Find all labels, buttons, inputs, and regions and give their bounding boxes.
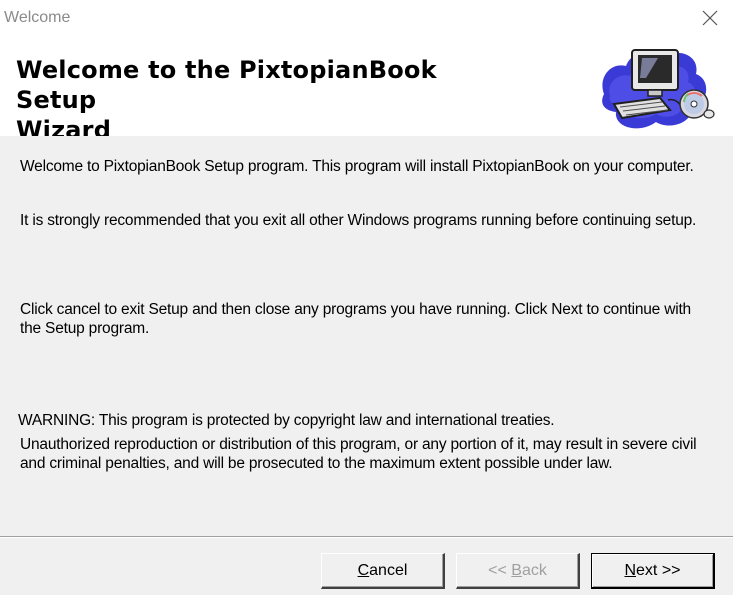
intro-text: Welcome to PixtopianBook Setup program. … [20, 158, 694, 175]
page-title-line1: Welcome to the PixtopianBook Setup [16, 56, 437, 114]
warning-text: WARNING: This program is protected by co… [18, 412, 555, 429]
wizard-body: Welcome to PixtopianBook Setup program. … [0, 136, 733, 595]
next-button-label: Next >> [624, 561, 681, 579]
wizard-header: Welcome to the PixtopianBook Setup Wizar… [0, 36, 733, 144]
next-button[interactable]: Next >> [591, 553, 715, 589]
recommendation-text: It is strongly recommended that you exit… [20, 212, 697, 229]
cancel-button[interactable]: Cancel [321, 553, 445, 589]
instruction-text: Click cancel to exit Setup and then clos… [20, 301, 691, 337]
window-title: Welcome [4, 9, 71, 26]
computer-cd-icon [602, 49, 715, 129]
close-icon [702, 10, 718, 26]
page-title: Welcome to the PixtopianBook Setup Wizar… [16, 55, 516, 145]
close-button[interactable] [687, 0, 733, 36]
button-divider-highlight [0, 537, 733, 538]
cancel-button-label: Cancel [357, 561, 408, 579]
back-button[interactable]: << Back [456, 553, 580, 589]
title-bar: Welcome [0, 0, 733, 36]
back-button-label: << Back [488, 561, 547, 579]
warning-detail-text: Unauthorized reproduction or distributio… [20, 436, 697, 472]
